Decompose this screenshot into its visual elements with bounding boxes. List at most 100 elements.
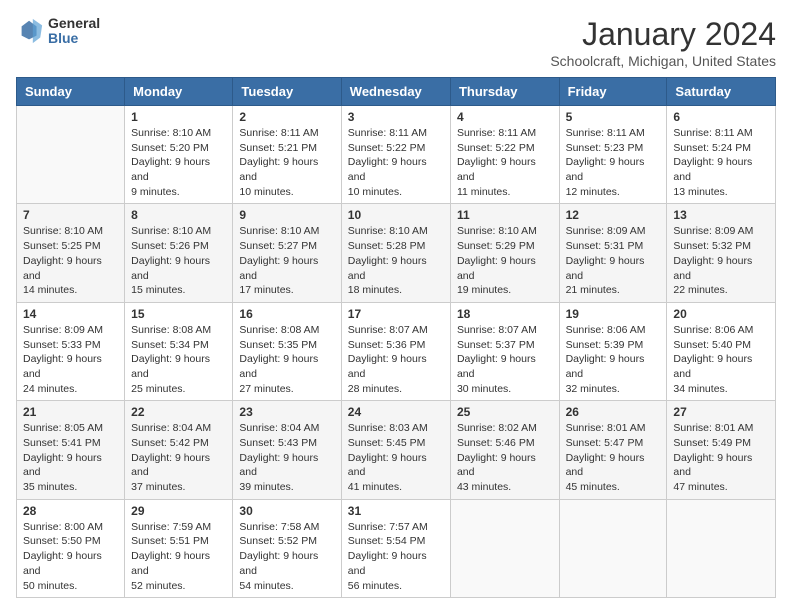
logo-general-text: General xyxy=(48,16,100,31)
weekday-header-sunday: Sunday xyxy=(17,78,125,106)
calendar-cell: 26 Sunrise: 8:01 AMSunset: 5:47 PMDaylig… xyxy=(559,401,667,499)
logo-icon xyxy=(16,17,44,45)
month-title: January 2024 xyxy=(550,16,776,53)
calendar-cell xyxy=(667,499,776,597)
day-info: Sunrise: 8:10 AMSunset: 5:29 PMDaylight:… xyxy=(457,224,553,297)
calendar-cell: 16 Sunrise: 8:08 AMSunset: 5:35 PMDaylig… xyxy=(233,302,341,400)
calendar-cell: 10 Sunrise: 8:10 AMSunset: 5:28 PMDaylig… xyxy=(341,204,450,302)
title-block: January 2024 Schoolcraft, Michigan, Unit… xyxy=(550,16,776,69)
day-info: Sunrise: 8:08 AMSunset: 5:34 PMDaylight:… xyxy=(131,323,226,396)
calendar-table: SundayMondayTuesdayWednesdayThursdayFrid… xyxy=(16,77,776,598)
calendar-cell: 1 Sunrise: 8:10 AMSunset: 5:20 PMDayligh… xyxy=(125,106,233,204)
day-info: Sunrise: 8:08 AMSunset: 5:35 PMDaylight:… xyxy=(239,323,334,396)
calendar-cell xyxy=(17,106,125,204)
day-info: Sunrise: 8:07 AMSunset: 5:37 PMDaylight:… xyxy=(457,323,553,396)
day-info: Sunrise: 8:09 AMSunset: 5:32 PMDaylight:… xyxy=(673,224,769,297)
week-row-5: 28 Sunrise: 8:00 AMSunset: 5:50 PMDaylig… xyxy=(17,499,776,597)
day-info: Sunrise: 8:04 AMSunset: 5:43 PMDaylight:… xyxy=(239,421,334,494)
calendar-cell: 8 Sunrise: 8:10 AMSunset: 5:26 PMDayligh… xyxy=(125,204,233,302)
day-info: Sunrise: 8:00 AMSunset: 5:50 PMDaylight:… xyxy=(23,520,118,593)
calendar-cell: 9 Sunrise: 8:10 AMSunset: 5:27 PMDayligh… xyxy=(233,204,341,302)
calendar-cell: 31 Sunrise: 7:57 AMSunset: 5:54 PMDaylig… xyxy=(341,499,450,597)
calendar-cell: 7 Sunrise: 8:10 AMSunset: 5:25 PMDayligh… xyxy=(17,204,125,302)
day-number: 25 xyxy=(457,405,553,419)
calendar-cell: 27 Sunrise: 8:01 AMSunset: 5:49 PMDaylig… xyxy=(667,401,776,499)
logo-text: General Blue xyxy=(48,16,100,47)
calendar-cell: 6 Sunrise: 8:11 AMSunset: 5:24 PMDayligh… xyxy=(667,106,776,204)
day-info: Sunrise: 8:11 AMSunset: 5:23 PMDaylight:… xyxy=(566,126,661,199)
calendar-cell: 4 Sunrise: 8:11 AMSunset: 5:22 PMDayligh… xyxy=(450,106,559,204)
day-number: 21 xyxy=(23,405,118,419)
location-text: Schoolcraft, Michigan, United States xyxy=(550,53,776,69)
day-number: 24 xyxy=(348,405,444,419)
logo: General Blue xyxy=(16,16,100,47)
calendar-cell xyxy=(450,499,559,597)
day-info: Sunrise: 8:11 AMSunset: 5:22 PMDaylight:… xyxy=(348,126,444,199)
calendar-cell: 15 Sunrise: 8:08 AMSunset: 5:34 PMDaylig… xyxy=(125,302,233,400)
day-info: Sunrise: 7:59 AMSunset: 5:51 PMDaylight:… xyxy=(131,520,226,593)
calendar-cell: 20 Sunrise: 8:06 AMSunset: 5:40 PMDaylig… xyxy=(667,302,776,400)
calendar-cell: 5 Sunrise: 8:11 AMSunset: 5:23 PMDayligh… xyxy=(559,106,667,204)
calendar-cell: 13 Sunrise: 8:09 AMSunset: 5:32 PMDaylig… xyxy=(667,204,776,302)
day-number: 15 xyxy=(131,307,226,321)
calendar-cell: 18 Sunrise: 8:07 AMSunset: 5:37 PMDaylig… xyxy=(450,302,559,400)
day-info: Sunrise: 8:09 AMSunset: 5:33 PMDaylight:… xyxy=(23,323,118,396)
day-number: 3 xyxy=(348,110,444,124)
day-number: 28 xyxy=(23,504,118,518)
day-info: Sunrise: 8:10 AMSunset: 5:20 PMDaylight:… xyxy=(131,126,226,199)
weekday-header-friday: Friday xyxy=(559,78,667,106)
day-number: 11 xyxy=(457,208,553,222)
page-header: General Blue January 2024 Schoolcraft, M… xyxy=(16,16,776,69)
day-number: 6 xyxy=(673,110,769,124)
calendar-cell: 25 Sunrise: 8:02 AMSunset: 5:46 PMDaylig… xyxy=(450,401,559,499)
weekday-header-wednesday: Wednesday xyxy=(341,78,450,106)
day-number: 26 xyxy=(566,405,661,419)
day-number: 9 xyxy=(239,208,334,222)
day-number: 30 xyxy=(239,504,334,518)
weekday-header-thursday: Thursday xyxy=(450,78,559,106)
day-info: Sunrise: 8:10 AMSunset: 5:25 PMDaylight:… xyxy=(23,224,118,297)
calendar-cell: 22 Sunrise: 8:04 AMSunset: 5:42 PMDaylig… xyxy=(125,401,233,499)
calendar-cell xyxy=(559,499,667,597)
day-number: 7 xyxy=(23,208,118,222)
calendar-cell: 30 Sunrise: 7:58 AMSunset: 5:52 PMDaylig… xyxy=(233,499,341,597)
day-info: Sunrise: 8:05 AMSunset: 5:41 PMDaylight:… xyxy=(23,421,118,494)
day-info: Sunrise: 8:11 AMSunset: 5:21 PMDaylight:… xyxy=(239,126,334,199)
day-number: 18 xyxy=(457,307,553,321)
day-number: 27 xyxy=(673,405,769,419)
day-number: 29 xyxy=(131,504,226,518)
day-info: Sunrise: 8:11 AMSunset: 5:22 PMDaylight:… xyxy=(457,126,553,199)
calendar-cell: 3 Sunrise: 8:11 AMSunset: 5:22 PMDayligh… xyxy=(341,106,450,204)
day-info: Sunrise: 8:06 AMSunset: 5:40 PMDaylight:… xyxy=(673,323,769,396)
day-number: 16 xyxy=(239,307,334,321)
weekday-header-monday: Monday xyxy=(125,78,233,106)
calendar-header-row: SundayMondayTuesdayWednesdayThursdayFrid… xyxy=(17,78,776,106)
calendar-cell: 17 Sunrise: 8:07 AMSunset: 5:36 PMDaylig… xyxy=(341,302,450,400)
calendar-cell: 11 Sunrise: 8:10 AMSunset: 5:29 PMDaylig… xyxy=(450,204,559,302)
day-number: 31 xyxy=(348,504,444,518)
calendar-cell: 2 Sunrise: 8:11 AMSunset: 5:21 PMDayligh… xyxy=(233,106,341,204)
day-number: 4 xyxy=(457,110,553,124)
day-info: Sunrise: 8:10 AMSunset: 5:26 PMDaylight:… xyxy=(131,224,226,297)
day-number: 12 xyxy=(566,208,661,222)
day-number: 1 xyxy=(131,110,226,124)
day-number: 8 xyxy=(131,208,226,222)
day-info: Sunrise: 8:03 AMSunset: 5:45 PMDaylight:… xyxy=(348,421,444,494)
day-info: Sunrise: 8:04 AMSunset: 5:42 PMDaylight:… xyxy=(131,421,226,494)
day-info: Sunrise: 7:58 AMSunset: 5:52 PMDaylight:… xyxy=(239,520,334,593)
weekday-header-saturday: Saturday xyxy=(667,78,776,106)
calendar-cell: 19 Sunrise: 8:06 AMSunset: 5:39 PMDaylig… xyxy=(559,302,667,400)
calendar-cell: 24 Sunrise: 8:03 AMSunset: 5:45 PMDaylig… xyxy=(341,401,450,499)
calendar-cell: 23 Sunrise: 8:04 AMSunset: 5:43 PMDaylig… xyxy=(233,401,341,499)
calendar-cell: 12 Sunrise: 8:09 AMSunset: 5:31 PMDaylig… xyxy=(559,204,667,302)
day-info: Sunrise: 8:10 AMSunset: 5:28 PMDaylight:… xyxy=(348,224,444,297)
calendar-cell: 29 Sunrise: 7:59 AMSunset: 5:51 PMDaylig… xyxy=(125,499,233,597)
day-number: 17 xyxy=(348,307,444,321)
day-info: Sunrise: 8:11 AMSunset: 5:24 PMDaylight:… xyxy=(673,126,769,199)
calendar-cell: 21 Sunrise: 8:05 AMSunset: 5:41 PMDaylig… xyxy=(17,401,125,499)
day-info: Sunrise: 8:01 AMSunset: 5:49 PMDaylight:… xyxy=(673,421,769,494)
day-number: 2 xyxy=(239,110,334,124)
day-number: 23 xyxy=(239,405,334,419)
day-info: Sunrise: 7:57 AMSunset: 5:54 PMDaylight:… xyxy=(348,520,444,593)
week-row-1: 1 Sunrise: 8:10 AMSunset: 5:20 PMDayligh… xyxy=(17,106,776,204)
